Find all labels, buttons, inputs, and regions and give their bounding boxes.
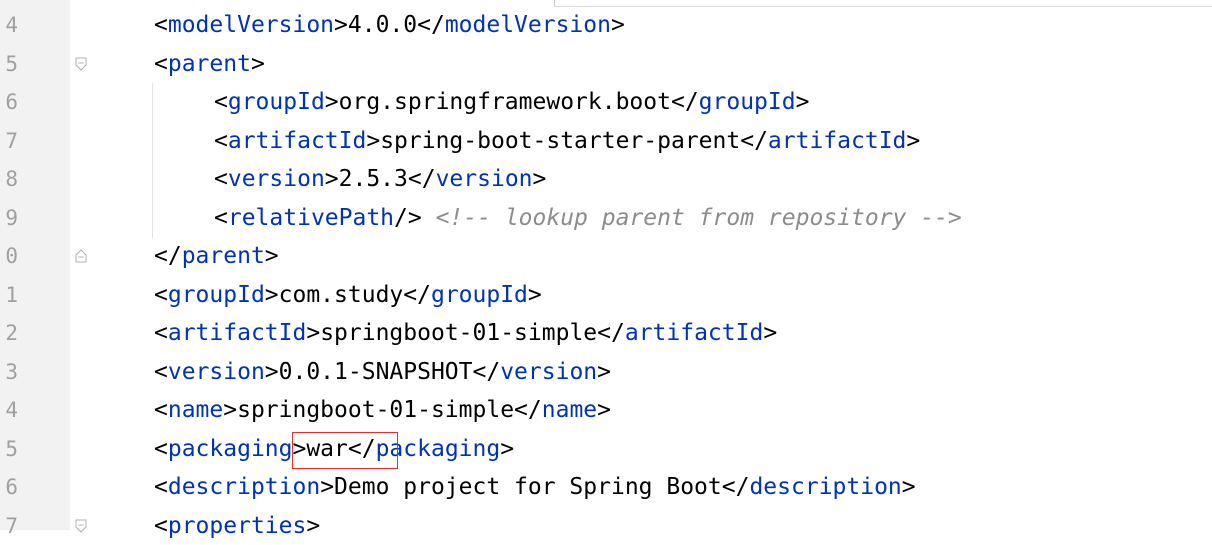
code-text[interactable]: <version>0.0.1-SNAPSHOT</version> bbox=[154, 353, 611, 392]
code-line: 7 <properties> bbox=[0, 507, 1212, 545]
code-text[interactable]: <modelVersion>4.0.0</modelVersion> bbox=[154, 6, 625, 45]
code-line: 7 <artifactId>spring-boot-starter-parent… bbox=[0, 122, 1212, 161]
code-text[interactable]: <artifactId>springboot-01-simple</artifa… bbox=[154, 314, 777, 353]
line-number: 9 bbox=[0, 199, 18, 238]
code-line: 3 <version>0.0.1-SNAPSHOT</version> bbox=[0, 353, 1212, 392]
line-number: 2 bbox=[0, 314, 18, 353]
line-number: 4 bbox=[0, 391, 18, 430]
code-line: 2 <artifactId>springboot-01-simple</arti… bbox=[0, 314, 1212, 353]
code-text[interactable]: <version>2.5.3</version> bbox=[214, 160, 546, 199]
xml-comment: <!-- lookup parent from repository --> bbox=[436, 205, 962, 231]
code-text[interactable]: <packaging>war</packaging> bbox=[154, 430, 514, 469]
line-number: 0 bbox=[0, 237, 18, 276]
code-line: 5 <packaging>war</packaging> bbox=[0, 430, 1212, 469]
code-text[interactable]: <parent> bbox=[154, 45, 265, 84]
line-number: 8 bbox=[0, 160, 18, 199]
code-text[interactable]: <groupId>org.springframework.boot</group… bbox=[214, 83, 809, 122]
fold-open-icon[interactable] bbox=[75, 57, 87, 71]
code-line: 5 <parent> bbox=[0, 45, 1212, 84]
code-text[interactable]: <properties> bbox=[154, 507, 320, 545]
code-line: 6 <description>Demo project for Spring B… bbox=[0, 468, 1212, 507]
line-number: 7 bbox=[0, 507, 18, 545]
line-number: 3 bbox=[0, 353, 18, 392]
line-number: 7 bbox=[0, 122, 18, 161]
line-number: 6 bbox=[0, 83, 18, 122]
code-text[interactable]: <relativePath/> <!-- lookup parent from … bbox=[214, 199, 962, 238]
code-text[interactable]: <description>Demo project for Spring Boo… bbox=[154, 468, 916, 507]
code-line: 1 <groupId>com.study</groupId> bbox=[0, 276, 1212, 315]
code-line: 9 <relativePath/> <!-- lookup parent fro… bbox=[0, 199, 1212, 238]
line-number: 4 bbox=[0, 6, 18, 45]
code-line: 4 <name>springboot-01-simple</name> bbox=[0, 391, 1212, 430]
code-line: 8 <version>2.5.3</version> bbox=[0, 160, 1212, 199]
code-editor[interactable]: 4 <modelVersion>4.0.0</modelVersion> 5 <… bbox=[0, 6, 1212, 536]
line-number: 5 bbox=[0, 45, 18, 84]
line-number: 5 bbox=[0, 430, 18, 469]
code-line: 6 <groupId>org.springframework.boot</gro… bbox=[0, 83, 1212, 122]
code-line: 0 </parent> bbox=[0, 237, 1212, 276]
fold-open-icon[interactable] bbox=[75, 519, 87, 533]
code-text[interactable]: <artifactId>spring-boot-starter-parent</… bbox=[214, 122, 920, 161]
code-text[interactable]: </parent> bbox=[154, 237, 279, 276]
code-text[interactable]: <name>springboot-01-simple</name> bbox=[154, 391, 611, 430]
line-number: 6 bbox=[0, 468, 18, 507]
code-text[interactable]: <groupId>com.study</groupId> bbox=[154, 276, 542, 315]
line-number: 1 bbox=[0, 276, 18, 315]
code-line: 4 <modelVersion>4.0.0</modelVersion> bbox=[0, 6, 1212, 45]
fold-end-icon[interactable] bbox=[75, 249, 87, 263]
